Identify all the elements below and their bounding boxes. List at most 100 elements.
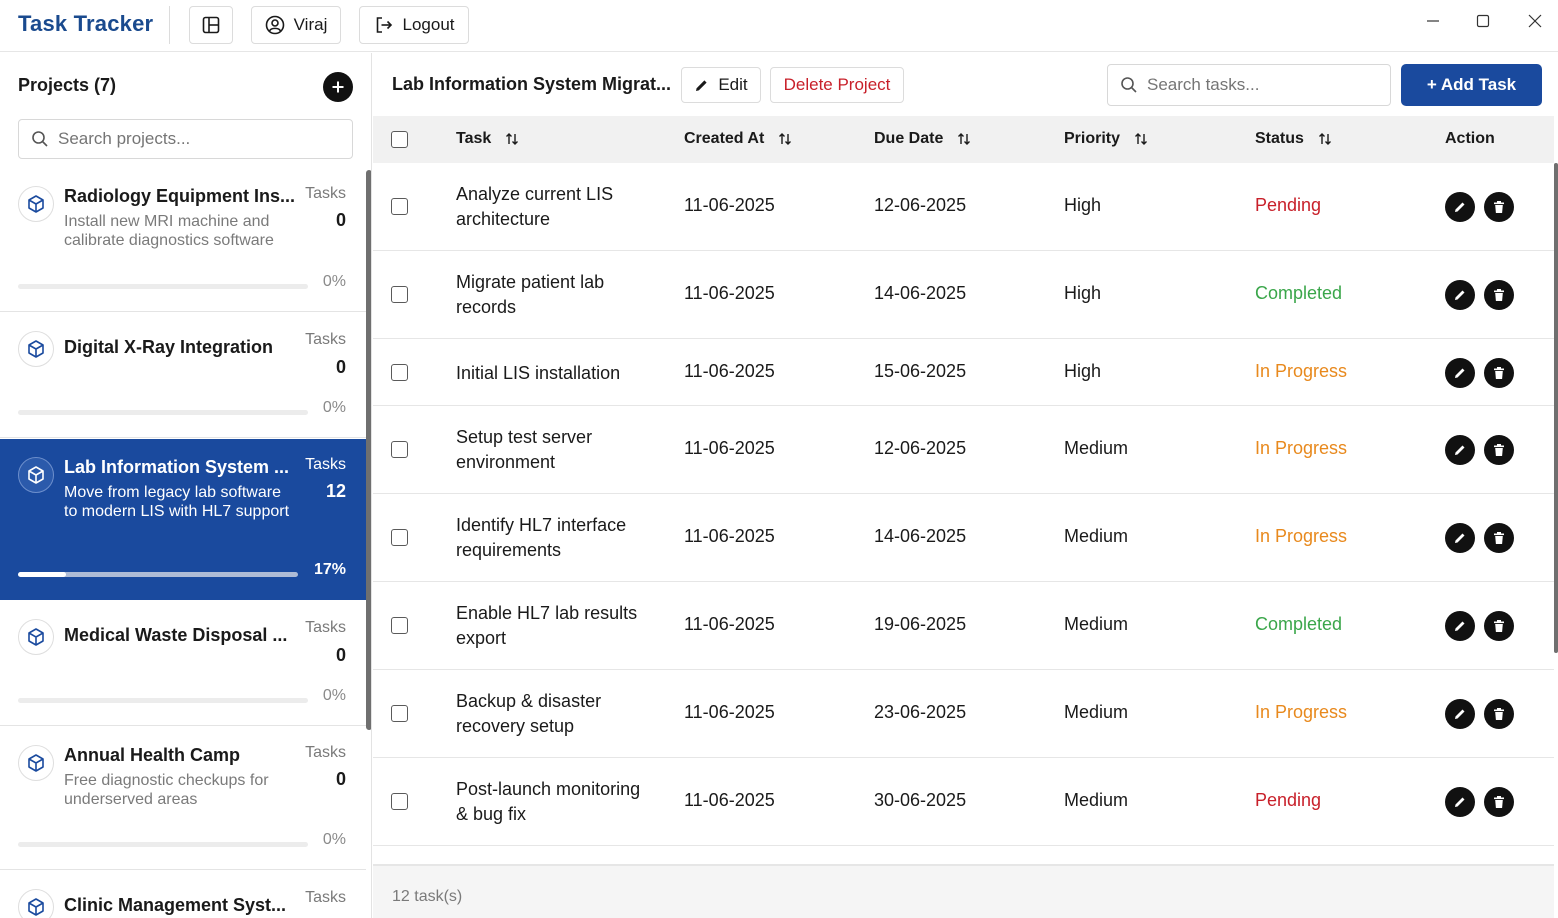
sort-icon [506, 133, 519, 145]
column-status-label: Status [1255, 130, 1304, 147]
task-name: Analyze current LIS architecture [456, 184, 614, 229]
sort-icon [779, 133, 792, 145]
delete-task-button[interactable] [1484, 435, 1514, 465]
table-row: Post-launch monitoring & bug fix 11-06-20… [373, 758, 1554, 846]
task-name: Enable HL7 lab results export [456, 603, 638, 648]
trash-icon [1494, 289, 1504, 301]
title-divider [169, 6, 170, 44]
search-icon [32, 131, 48, 147]
project-card[interactable]: Annual Health Camp Free diagnostic checku… [0, 727, 366, 870]
delete-task-button[interactable] [1484, 699, 1514, 729]
user-button[interactable]: Viraj [251, 6, 341, 44]
logout-label: Logout [402, 15, 455, 34]
logout-button[interactable]: Logout [359, 6, 469, 44]
add-task-button[interactable]: + Add Task [1401, 64, 1542, 106]
project-card[interactable]: Clinic Management Syst... Tasks [0, 871, 366, 918]
project-card[interactable]: Medical Waste Disposal ... Tasks 0 0% [0, 601, 366, 726]
column-status[interactable]: Status [1255, 130, 1332, 148]
pencil-icon [1455, 368, 1465, 378]
task-priority: Medium [1064, 438, 1129, 458]
delete-task-button[interactable] [1484, 357, 1514, 388]
delete-task-button[interactable] [1484, 787, 1514, 817]
project-card[interactable]: Lab Information System ... Move from lega… [0, 439, 366, 600]
table-scrollbar[interactable] [1554, 163, 1558, 653]
select-all-checkbox[interactable] [391, 131, 408, 148]
column-due-label: Due Date [874, 130, 944, 147]
sidebar-scrollbar[interactable] [366, 170, 371, 730]
row-checkbox[interactable] [391, 793, 408, 810]
task-priority: Medium [1064, 702, 1129, 722]
task-search-box [1107, 64, 1391, 106]
cube-icon [28, 898, 44, 916]
minimize-button[interactable] [1418, 8, 1448, 34]
search-icon [1121, 77, 1137, 93]
project-task-count: 0 [335, 210, 346, 230]
project-icon [18, 457, 54, 493]
row-checkbox[interactable] [391, 617, 408, 634]
edit-task-button[interactable] [1445, 787, 1475, 817]
projects-sidebar: Projects (7) Radiology Equipment Ins... I… [0, 53, 372, 918]
delete-project-button[interactable]: Delete Project [770, 67, 904, 103]
column-task-label: Task [456, 130, 492, 147]
trash-icon [1494, 620, 1504, 632]
table-row [373, 846, 1554, 865]
pencil-icon [1455, 797, 1465, 807]
task-created-at: 11-06-2025 [684, 438, 775, 458]
main-panel: Lab Information System Migrat... Edit De… [373, 53, 1558, 918]
delete-task-button[interactable] [1484, 280, 1514, 310]
row-checkbox[interactable] [391, 441, 408, 458]
delete-task-button[interactable] [1484, 523, 1514, 553]
task-due-date: 30-06-2025 [874, 790, 967, 810]
project-name: Radiology Equipment Ins... [64, 186, 296, 206]
edit-task-button[interactable] [1445, 280, 1475, 310]
project-task-count: 0 [335, 357, 346, 377]
column-priority[interactable]: Priority [1064, 130, 1148, 148]
table-row: Initial LIS installation 11-06-2025 15-06-… [373, 339, 1554, 406]
task-search-input[interactable] [1147, 75, 1377, 95]
column-created-label: Created At [684, 130, 765, 147]
delete-task-button[interactable] [1484, 611, 1514, 641]
add-project-button[interactable] [323, 72, 353, 102]
minimize-icon [1427, 20, 1439, 22]
row-checkbox[interactable] [391, 705, 408, 722]
edit-project-button[interactable]: Edit [681, 67, 761, 103]
project-description: Install new MRI machine and calibrate di… [64, 213, 274, 249]
edit-task-button[interactable] [1445, 192, 1475, 222]
project-card[interactable]: Digital X-Ray Integration Tasks 0 0% [0, 313, 366, 438]
table-row: Setup test server environment 11-06-2025 1… [373, 406, 1554, 494]
toggle-sidebar-button[interactable] [189, 6, 233, 44]
project-task-count: 12 [325, 481, 346, 501]
edit-task-button[interactable] [1445, 699, 1475, 729]
project-icon [18, 186, 54, 222]
task-priority: High [1064, 283, 1102, 303]
table-row: Analyze current LIS architecture 11-06-20… [373, 163, 1554, 251]
project-search-input[interactable] [58, 129, 338, 149]
row-checkbox[interactable] [391, 529, 408, 546]
column-created-at[interactable]: Created At [684, 130, 792, 148]
column-priority-label: Priority [1064, 130, 1121, 147]
project-card[interactable]: Radiology Equipment Ins... Install new MR… [0, 168, 366, 312]
row-checkbox[interactable] [391, 286, 408, 303]
maximize-button[interactable] [1468, 8, 1498, 34]
row-checkbox[interactable] [391, 198, 408, 215]
close-icon [1528, 14, 1542, 28]
row-checkbox[interactable] [391, 363, 408, 381]
task-status: Completed [1255, 614, 1343, 634]
pencil-icon [696, 79, 707, 91]
column-due-date[interactable]: Due Date [874, 130, 971, 148]
edit-task-button[interactable] [1445, 523, 1475, 553]
column-task[interactable]: Task [456, 130, 519, 148]
task-name: Post-launch monitoring & bug fix [456, 779, 641, 824]
delete-task-button[interactable] [1484, 192, 1514, 222]
edit-task-button[interactable] [1445, 435, 1475, 465]
delete-label: Delete Project [783, 75, 891, 94]
project-progress-percent: 0% [322, 273, 346, 290]
task-due-date: 23-06-2025 [874, 702, 967, 722]
close-window-button[interactable] [1520, 8, 1550, 34]
task-name: Identify HL7 interface requirements [456, 515, 627, 560]
edit-task-button[interactable] [1445, 611, 1475, 641]
app-title: Task Tracker [18, 11, 154, 36]
edit-task-button[interactable] [1445, 357, 1475, 388]
task-due-date: 12-06-2025 [874, 438, 967, 458]
table-row: Identify HL7 interface requirements 11-06… [373, 494, 1554, 582]
